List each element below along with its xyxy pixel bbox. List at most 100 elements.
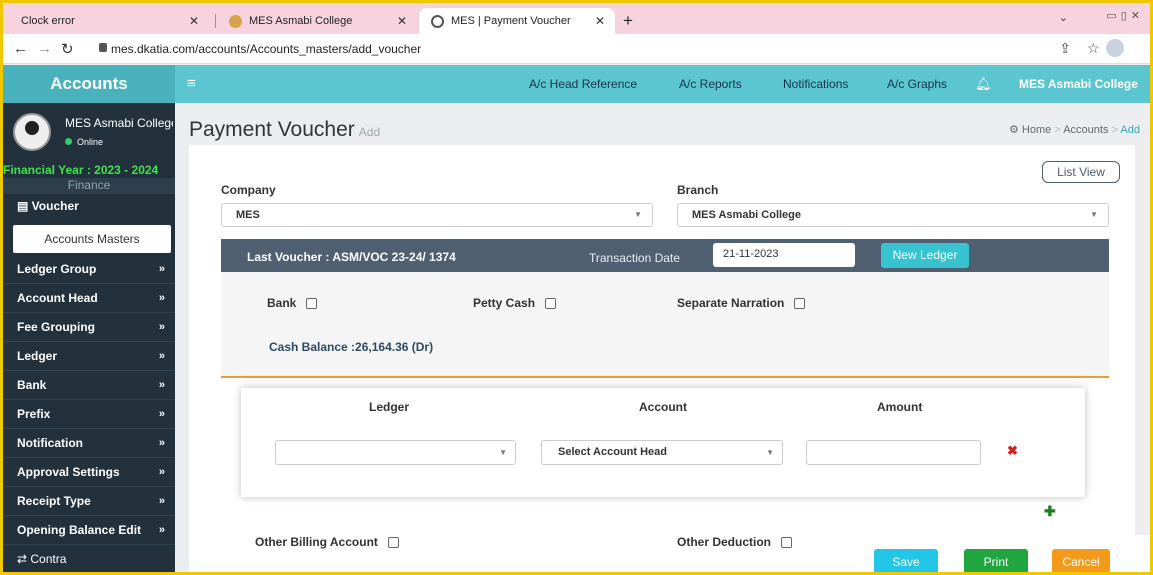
amount-input[interactable] — [806, 440, 981, 465]
bell-icon[interactable]: 🔔︎ — [975, 76, 992, 92]
chevron-right-icon: » — [158, 437, 165, 449]
other-deduction-option: Other Deduction — [677, 535, 793, 549]
sidebar-item-bank[interactable]: Bank» — [3, 371, 175, 400]
chevron-right-icon: » — [158, 321, 165, 333]
chevron-right-icon: » — [158, 466, 165, 478]
chevron-right-icon: » — [158, 292, 165, 304]
online-status: Online — [65, 137, 103, 147]
nav-college-name[interactable]: MES Asmabi College — [1019, 77, 1138, 91]
close-icon[interactable]: ✕ — [397, 14, 407, 28]
sidebar-item-contra[interactable]: ⇄ Contra — [3, 545, 175, 572]
caret-down-icon: ▼ — [766, 448, 774, 457]
breadcrumb-home[interactable]: Home — [1022, 124, 1051, 136]
column-header-amount: Amount — [877, 400, 923, 414]
save-button[interactable]: Save — [874, 549, 938, 572]
voucher-form-card: List View Company MES ▼ Branch MES Asmabi… — [189, 145, 1135, 572]
dashboard-icon: ⚙ — [1008, 124, 1019, 136]
forward-icon[interactable]: → — [37, 40, 52, 57]
nav-ac-head-reference[interactable]: A/c Head Reference — [529, 77, 637, 91]
tab-label: MES Asmabi College — [249, 15, 353, 27]
options-panel: Bank Petty Cash Separate Narration Cash … — [221, 272, 1109, 378]
close-icon[interactable]: ✕ — [189, 14, 199, 28]
browser-window: Clock error ✕ MES Asmabi College ✕ MES |… — [3, 3, 1150, 572]
transaction-date-input[interactable]: 21-11-2023 — [713, 243, 855, 267]
caret-down-icon: ▼ — [1090, 210, 1098, 219]
address-bar: ← → ↻ mes.dkatia.com/accounts/Accounts_m… — [3, 34, 1150, 64]
account-head-select[interactable]: Select Account Head ▼ — [541, 440, 783, 465]
chevron-down-icon[interactable]: ⌄ — [1059, 11, 1068, 24]
separate-narration-checkbox[interactable] — [794, 298, 806, 310]
sidebar-item-receipt-type[interactable]: Receipt Type» — [3, 487, 175, 516]
financial-year: Financial Year : 2023 - 2024 — [3, 163, 159, 177]
main-content: Payment Voucher Add ⚙ Home > Accounts > A… — [175, 103, 1150, 572]
list-view-button[interactable]: List View — [1042, 161, 1120, 183]
sidebar-item-ledger[interactable]: Ledger» — [3, 342, 175, 371]
chevron-right-icon: » — [158, 495, 165, 507]
college-logo-icon — [229, 14, 242, 28]
top-navbar: Accounts ≡ A/c Head Reference A/c Report… — [3, 65, 1150, 103]
sidebar-item-fee-grouping[interactable]: Fee Grouping» — [3, 313, 175, 342]
print-button[interactable]: Print — [964, 549, 1028, 572]
url-field[interactable]: mes.dkatia.com/accounts/Accounts_masters… — [111, 42, 421, 56]
breadcrumb: ⚙ Home > Accounts > Add — [1008, 124, 1140, 136]
caret-down-icon: ▼ — [499, 448, 507, 457]
new-tab-icon[interactable]: + — [623, 11, 633, 31]
profile-name: MES Asmabi College — [65, 116, 173, 130]
cancel-button[interactable]: Cancel — [1052, 549, 1110, 572]
remove-row-icon[interactable]: ✖ — [1007, 443, 1018, 459]
tab-payment-voucher[interactable]: MES | Payment Voucher ✕ — [419, 8, 615, 34]
other-billing-checkbox[interactable] — [387, 537, 399, 549]
sidebar-item-prefix[interactable]: Prefix» — [3, 400, 175, 429]
breadcrumb-add: Add — [1120, 124, 1140, 136]
ledger-select[interactable]: ▼ — [275, 440, 516, 465]
sidebar-item-opening-balance-edit[interactable]: Opening Balance Edit» — [3, 516, 175, 545]
new-ledger-button[interactable]: New Ledger — [881, 243, 969, 268]
profile-avatar-icon[interactable] — [1106, 39, 1124, 57]
online-dot-icon — [65, 138, 72, 145]
nav-ac-graphs[interactable]: A/c Graphs — [887, 77, 947, 91]
petty-cash-option: Petty Cash — [473, 296, 557, 310]
petty-cash-checkbox[interactable] — [545, 298, 557, 310]
ledger-entry-grid: Ledger Account Amount ▼ Select Account H… — [241, 388, 1085, 497]
voucher-header-bar: Last Voucher : ASM/VOC 23-24/ 1374 Trans… — [221, 239, 1109, 272]
sidebar-item-ledger-group[interactable]: Ledger Group» — [3, 255, 175, 284]
window-controls-icon[interactable]: ▭▯✕ — [1106, 9, 1144, 22]
back-icon[interactable]: ← — [13, 40, 28, 57]
tab-label: MES | Payment Voucher — [451, 15, 571, 27]
other-billing-option: Other Billing Account — [255, 535, 399, 549]
company-select[interactable]: MES ▼ — [221, 203, 653, 227]
sidebar-item-approval-settings[interactable]: Approval Settings» — [3, 458, 175, 487]
sidebar: MES Asmabi College Online Financial Year… — [3, 103, 175, 572]
tab-bar: Clock error ✕ MES Asmabi College ✕ MES |… — [3, 3, 1150, 34]
page-subtitle: Add — [358, 125, 381, 139]
nav-ac-reports[interactable]: A/c Reports — [679, 77, 742, 91]
chevron-right-icon: » — [158, 379, 165, 391]
finance-label: Finance — [3, 178, 175, 194]
cash-balance: Cash Balance :26,164.36 (Dr) — [269, 340, 434, 354]
branch-select[interactable]: MES Asmabi College ▼ — [677, 203, 1109, 227]
tab-clock-error[interactable]: Clock error ✕ — [9, 8, 209, 34]
tab-mes-asmabi[interactable]: MES Asmabi College ✕ — [217, 8, 417, 34]
caret-down-icon: ▼ — [634, 210, 642, 219]
other-deduction-checkbox[interactable] — [781, 537, 793, 549]
sidebar-item-notification[interactable]: Notification» — [3, 429, 175, 458]
breadcrumb-accounts[interactable]: Accounts — [1063, 124, 1108, 136]
company-label: Company — [221, 183, 276, 197]
add-row-icon[interactable]: ✚ — [1044, 503, 1056, 520]
reload-icon[interactable]: ↻ — [61, 40, 74, 58]
sidebar-item-voucher[interactable]: ▤ Voucher — [17, 199, 79, 213]
chevron-right-icon: » — [158, 350, 165, 362]
branch-label: Branch — [677, 183, 719, 197]
bank-checkbox[interactable] — [306, 298, 318, 310]
brand-title[interactable]: Accounts — [3, 65, 175, 103]
nav-notifications[interactable]: Notifications — [783, 77, 848, 91]
chevron-right-icon: » — [158, 263, 165, 275]
sidebar-item-account-head[interactable]: Account Head» — [3, 284, 175, 313]
globe-icon — [431, 14, 444, 28]
page-title: Payment Voucher Add — [189, 118, 381, 141]
sidebar-item-accounts-masters[interactable]: Accounts Masters — [13, 225, 171, 253]
browser-toolbar-icons[interactable]: ⇪☆■ — [1059, 40, 1140, 57]
avatar — [13, 113, 51, 151]
menu-icon[interactable]: ≡ — [187, 75, 196, 92]
close-icon[interactable]: ✕ — [595, 14, 605, 28]
